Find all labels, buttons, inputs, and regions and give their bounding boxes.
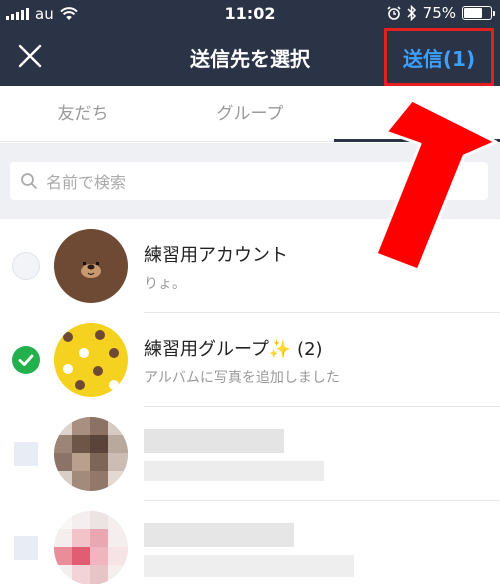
check-icon bbox=[18, 354, 34, 366]
checkbox[interactable] bbox=[12, 252, 40, 280]
avatar bbox=[54, 323, 128, 397]
battery-fill bbox=[464, 8, 482, 18]
list-item[interactable] bbox=[0, 407, 500, 501]
item-subtext: りょ。 bbox=[144, 276, 186, 292]
tab-bar: 友だち グループ ク bbox=[0, 86, 500, 142]
recipient-list: 練習用アカウント りょ。 練習用グループ✨ (2) アルバムに写真を追加しました bbox=[0, 219, 500, 584]
bluetooth-icon bbox=[407, 5, 416, 21]
checkbox[interactable] bbox=[14, 442, 38, 466]
search-placeholder: 名前で検索 bbox=[46, 173, 127, 192]
list-item[interactable]: 練習用アカウント りょ。 bbox=[0, 219, 500, 313]
alarm-icon bbox=[387, 6, 401, 20]
item-name: 練習用アカウント bbox=[144, 245, 288, 266]
item-subtext: アルバムに写真を追加しました bbox=[144, 370, 340, 386]
avatar bbox=[54, 417, 128, 491]
pixelated-avatar-icon bbox=[54, 511, 128, 584]
pixelated-avatar-icon bbox=[54, 417, 128, 491]
item-name: 練習用グループ✨ (2) bbox=[144, 339, 323, 360]
bear-avatar-icon bbox=[54, 229, 128, 303]
pixelated-subtext bbox=[144, 461, 324, 481]
search-icon bbox=[21, 173, 37, 189]
checkbox-checked[interactable] bbox=[12, 346, 40, 374]
tab-third[interactable]: ク bbox=[334, 86, 500, 142]
status-bar: au 11:02 75% bbox=[0, 0, 500, 28]
pixelated-name bbox=[144, 523, 294, 547]
send-button[interactable]: 送信(1) bbox=[384, 28, 494, 86]
list-item[interactable]: 練習用グループ✨ (2) アルバムに写真を追加しました bbox=[0, 313, 500, 407]
search-area: 名前で検索 bbox=[0, 143, 500, 219]
checkbox[interactable] bbox=[14, 536, 38, 560]
tab-groups[interactable]: グループ bbox=[167, 86, 333, 142]
bear-pattern-avatar-icon bbox=[54, 323, 128, 397]
tab-friends[interactable]: 友だち bbox=[0, 86, 166, 142]
pixelated-name bbox=[144, 429, 284, 453]
pixelated-subtext bbox=[144, 555, 354, 577]
search-input[interactable]: 名前で検索 bbox=[10, 162, 488, 200]
status-right: 75% bbox=[387, 4, 495, 22]
avatar bbox=[54, 511, 128, 584]
avatar bbox=[54, 229, 128, 303]
screen: au 11:02 75% 送信先を選択 送信(1) 友だち グループ ク 名前で… bbox=[0, 0, 500, 584]
list-item[interactable] bbox=[0, 501, 500, 584]
battery-percent: 75% bbox=[422, 4, 456, 22]
header: au 11:02 75% 送信先を選択 送信(1) bbox=[0, 0, 500, 86]
battery-icon bbox=[462, 6, 495, 20]
navbar: 送信先を選択 送信(1) bbox=[0, 28, 500, 86]
